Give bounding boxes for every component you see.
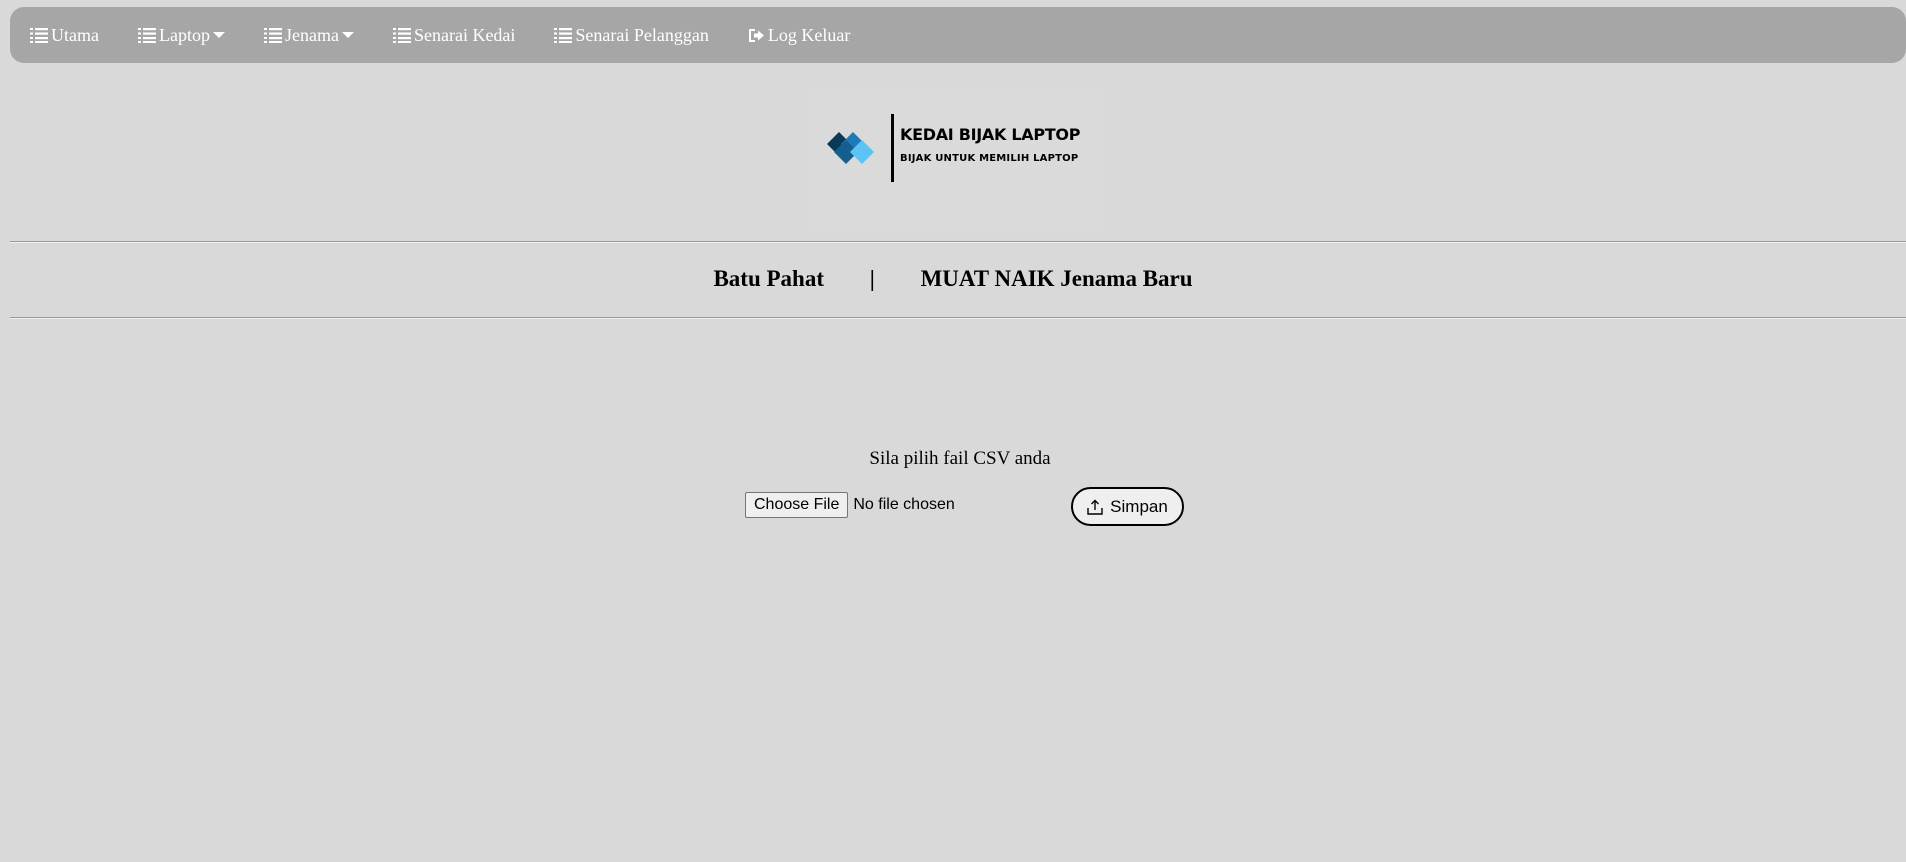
upload-icon xyxy=(1087,499,1103,515)
upload-prompt: Sila pilih fail CSV anda xyxy=(869,448,1051,469)
nav-item-label: Senarai Kedai xyxy=(413,24,516,45)
save-button-label: Simpan xyxy=(1110,496,1168,516)
list-icon xyxy=(263,27,282,43)
logo-tagline: BIJAK UNTUK MEMILIH LAPTOP xyxy=(900,153,1079,164)
divider-bottom xyxy=(10,317,1906,319)
nav-item-label: Utama xyxy=(51,24,99,45)
logo-divider xyxy=(891,114,894,182)
caret-down-icon xyxy=(341,31,354,39)
file-status-text: No file chosen xyxy=(853,496,955,513)
nav-item-senarai-kedai[interactable]: Senarai Kedai xyxy=(392,24,516,46)
list-icon xyxy=(137,27,156,43)
logo-diamond-icon xyxy=(827,132,874,164)
file-input[interactable]: Choose File No file chosen xyxy=(745,492,955,518)
nav-item-laptop[interactable]: Laptop xyxy=(137,24,225,46)
nav-item-utama[interactable]: Utama xyxy=(30,25,99,46)
page-title: MUAT NAIK Jenama Baru xyxy=(920,266,1193,291)
nav-item-senarai-pelanggan[interactable]: Senarai Pelanggan xyxy=(554,24,709,46)
sign-out-icon xyxy=(748,28,765,43)
nav-item-label: Senarai Pelanggan xyxy=(575,24,709,45)
top-navbar: Utama Laptop Jenama Senarai Kedai Senara… xyxy=(10,7,1906,63)
save-button[interactable]: Simpan xyxy=(1071,487,1184,526)
location-label: Batu Pahat xyxy=(713,266,824,291)
nav-item-label: Jenama xyxy=(284,24,339,45)
heading-separator: | xyxy=(869,266,875,291)
page-heading: Batu Pahat | MUAT NAIK Jenama Baru xyxy=(0,266,1906,292)
choose-file-button[interactable]: Choose File xyxy=(745,492,849,518)
logo: KEDAI BIJAK LAPTOP BIJAK UNTUK MEMILIH L… xyxy=(811,88,1103,232)
list-icon xyxy=(30,27,48,43)
logo-title: KEDAI BIJAK LAPTOP xyxy=(900,125,1081,144)
nav-item-label: Laptop xyxy=(158,24,210,45)
caret-down-icon xyxy=(212,31,225,39)
nav-item-label: Log Keluar xyxy=(767,24,851,45)
divider-top xyxy=(10,241,1906,243)
nav-item-log-keluar[interactable]: Log Keluar xyxy=(748,25,850,46)
list-icon xyxy=(554,27,573,43)
nav-item-jenama[interactable]: Jenama xyxy=(263,24,354,46)
list-icon xyxy=(392,27,411,43)
